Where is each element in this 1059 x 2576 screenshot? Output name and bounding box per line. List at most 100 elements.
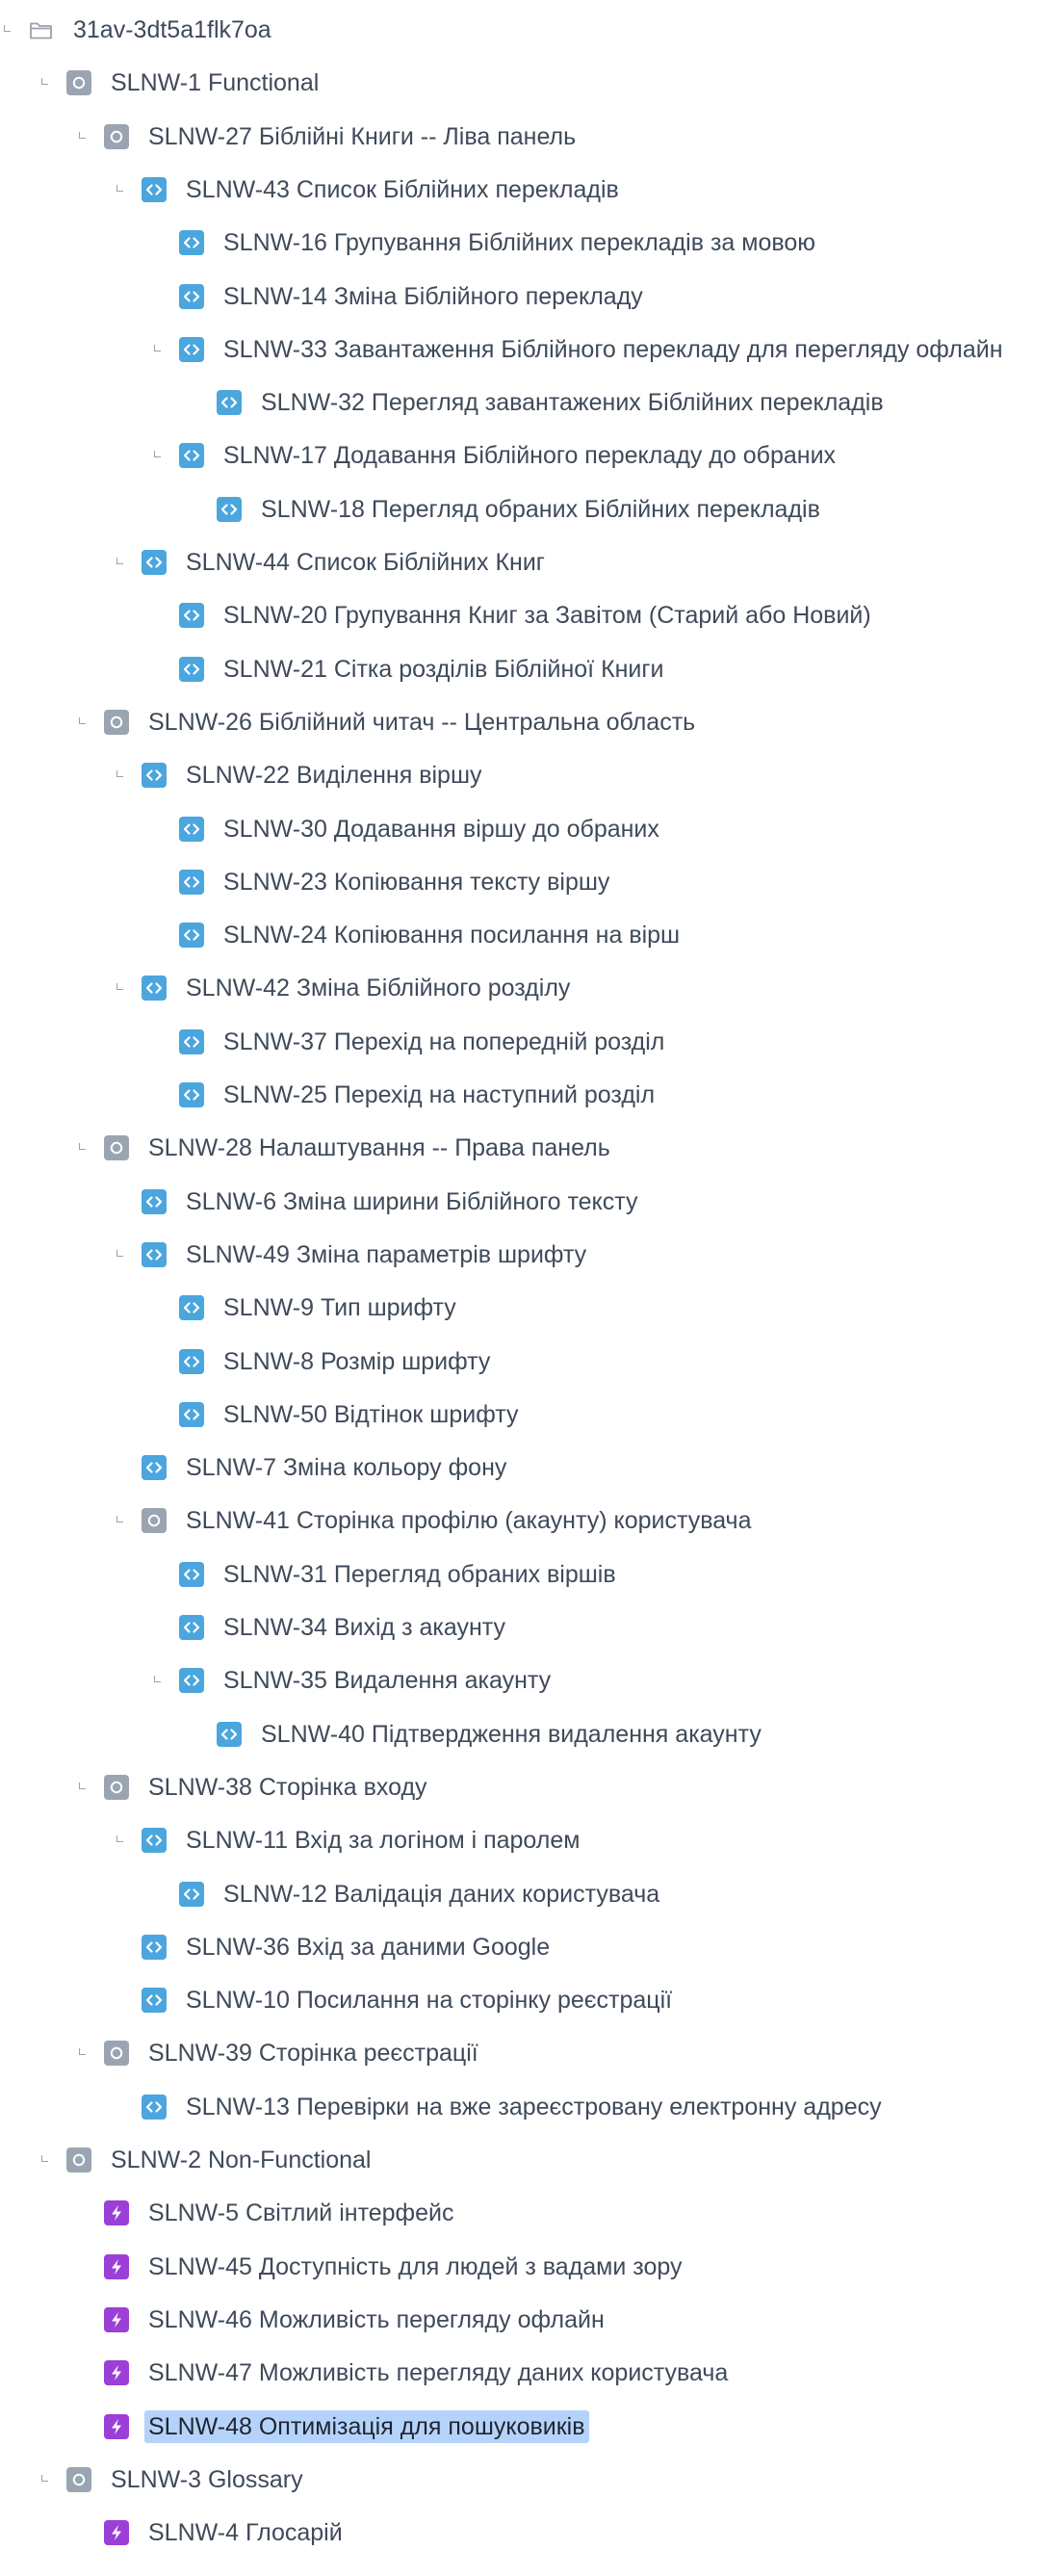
tree-row[interactable]: SLNW-8 Розмір шрифту <box>0 1343 1059 1382</box>
tree-item-label[interactable]: SLNW-16 Групування Біблійних перекладів … <box>220 226 819 259</box>
tree-item-label[interactable]: SLNW-10 Посилання на сторінку реєстрації <box>182 1984 676 2017</box>
tree-item-label[interactable]: SLNW-28 Налаштування -- Права панель <box>144 1132 614 1164</box>
tree-row[interactable]: SLNW-18 Перегляд обраних Біблійних перек… <box>0 491 1059 530</box>
tree-item-label[interactable]: SLNW-1 Functional <box>107 66 323 99</box>
collapse-toggle-icon[interactable] <box>116 770 123 777</box>
collapse-toggle-icon[interactable] <box>116 983 123 990</box>
tree-item-label[interactable]: SLNW-7 Зміна кольору фону <box>182 1451 510 1484</box>
tree-row[interactable]: SLNW-2 Non-Functional <box>0 2142 1059 2180</box>
tree-item-label[interactable]: SLNW-45 Доступність для людей з вадами з… <box>144 2251 685 2283</box>
tree-item-label[interactable]: SLNW-46 Можливість перегляду офлайн <box>144 2303 608 2336</box>
tree-item-label[interactable]: SLNW-14 Зміна Біблійного перекладу <box>220 280 647 313</box>
collapse-toggle-icon[interactable] <box>41 2475 48 2482</box>
tree-item-label[interactable]: SLNW-26 Біблійний читач -- Центральна об… <box>144 706 699 739</box>
tree-row[interactable]: SLNW-40 Підтвердження видалення акаунту <box>0 1716 1059 1755</box>
tree-item-label[interactable]: SLNW-13 Перевірки на вже зареєстровану е… <box>182 2091 886 2123</box>
collapse-toggle-icon[interactable] <box>4 25 11 32</box>
tree-row[interactable]: SLNW-12 Валідація даних користувача <box>0 1876 1059 1914</box>
tree-row[interactable]: SLNW-10 Посилання на сторінку реєстрації <box>0 1982 1059 2020</box>
tree-row[interactable]: SLNW-45 Доступність для людей з вадами з… <box>0 2249 1059 2287</box>
tree-item-label[interactable]: SLNW-25 Перехід на наступний розділ <box>220 1079 659 1111</box>
tree-item-label[interactable]: SLNW-32 Перегляд завантажених Біблійних … <box>257 386 888 419</box>
tree-item-label[interactable]: SLNW-35 Видалення акаунту <box>220 1664 555 1697</box>
tree-row[interactable]: SLNW-16 Групування Біблійних перекладів … <box>0 224 1059 263</box>
collapse-toggle-icon[interactable] <box>41 2155 48 2162</box>
tree-row[interactable]: SLNW-27 Біблійні Книги -- Ліва панель <box>0 118 1059 157</box>
tree-row[interactable]: SLNW-30 Додавання віршу до обраних <box>0 811 1059 849</box>
tree-row[interactable]: SLNW-21 Сітка розділів Біблійної Книги <box>0 651 1059 690</box>
tree-item-label[interactable]: SLNW-42 Зміна Біблійного розділу <box>182 972 574 1004</box>
tree-item-label[interactable]: SLNW-11 Вхід за логіном і паролем <box>182 1824 583 1857</box>
tree-row[interactable]: SLNW-41 Сторінка профілю (акаунту) корис… <box>0 1502 1059 1541</box>
tree-item-label[interactable]: SLNW-22 Виділення віршу <box>182 759 486 792</box>
tree-item-label[interactable]: SLNW-27 Біблійні Книги -- Ліва панель <box>144 120 580 153</box>
collapse-toggle-icon[interactable] <box>116 1250 123 1257</box>
tree-row[interactable]: SLNW-22 Виділення віршу <box>0 757 1059 795</box>
tree-row[interactable]: SLNW-43 Список Біблійних перекладів <box>0 171 1059 210</box>
tree-item-label[interactable]: SLNW-50 Відтінок шрифту <box>220 1398 522 1431</box>
tree-row[interactable]: SLNW-25 Перехід на наступний розділ <box>0 1077 1059 1115</box>
tree-item-label[interactable]: SLNW-5 Світлий інтерфейс <box>144 2197 457 2229</box>
tree-row[interactable]: SLNW-34 Вихід з акаунту <box>0 1609 1059 1648</box>
tree-row[interactable]: SLNW-49 Зміна параметрів шрифту <box>0 1236 1059 1275</box>
tree-row[interactable]: SLNW-38 Сторінка входу <box>0 1769 1059 1808</box>
tree-item-label[interactable]: SLNW-31 Перегляд обраних віршів <box>220 1558 620 1591</box>
tree-item-label[interactable]: SLNW-9 Тип шрифту <box>220 1291 460 1324</box>
tree-row[interactable]: SLNW-35 Видалення акаунту <box>0 1662 1059 1701</box>
tree-item-label[interactable]: SLNW-36 Вхід за даними Google <box>182 1931 554 1964</box>
tree-row[interactable]: SLNW-5 Світлий інтерфейс <box>0 2195 1059 2233</box>
tree-row[interactable]: SLNW-13 Перевірки на вже зареєстровану е… <box>0 2089 1059 2127</box>
tree-item-label[interactable]: SLNW-23 Копіювання тексту віршу <box>220 866 613 898</box>
tree-item-label[interactable]: SLNW-43 Список Біблійних перекладів <box>182 173 623 206</box>
tree-row[interactable]: SLNW-6 Зміна ширини Біблійного тексту <box>0 1184 1059 1222</box>
collapse-toggle-icon[interactable] <box>79 2048 86 2055</box>
collapse-toggle-icon[interactable] <box>79 1143 86 1150</box>
tree-item-label[interactable]: SLNW-34 Вихід з акаунту <box>220 1611 509 1644</box>
tree-item-label[interactable]: 31av-3dt5a1flk7oa <box>69 13 275 46</box>
tree-item-label[interactable]: SLNW-48 Оптимізація для пошуковиків <box>144 2410 589 2443</box>
tree-row[interactable]: SLNW-47 Можливість перегляду даних корис… <box>0 2355 1059 2393</box>
tree-item-label[interactable]: SLNW-18 Перегляд обраних Біблійних перек… <box>257 493 824 526</box>
tree-item-label[interactable]: SLNW-40 Підтвердження видалення акаунту <box>257 1718 765 1751</box>
collapse-toggle-icon[interactable] <box>116 1516 123 1522</box>
tree-row[interactable]: SLNW-46 Можливість перегляду офлайн <box>0 2302 1059 2340</box>
collapse-toggle-icon[interactable] <box>154 345 161 351</box>
tree-row[interactable]: SLNW-9 Тип шрифту <box>0 1289 1059 1328</box>
tree-row[interactable]: SLNW-48 Оптимізація для пошуковиків <box>0 2408 1059 2447</box>
collapse-toggle-icon[interactable] <box>154 1676 161 1682</box>
tree-item-label[interactable]: SLNW-3 Glossary <box>107 2463 307 2496</box>
tree-item-label[interactable]: SLNW-4 Глосарій <box>144 2516 347 2549</box>
tree-row[interactable]: SLNW-20 Групування Книг за Завітом (Стар… <box>0 597 1059 636</box>
tree-item-label[interactable]: SLNW-39 Сторінка реєстрації <box>144 2037 482 2069</box>
collapse-toggle-icon[interactable] <box>79 1782 86 1789</box>
collapse-toggle-icon[interactable] <box>154 451 161 457</box>
tree-row[interactable]: SLNW-36 Вхід за даними Google <box>0 1929 1059 1967</box>
tree-row[interactable]: SLNW-4 Глосарій <box>0 2514 1059 2553</box>
collapse-toggle-icon[interactable] <box>116 185 123 192</box>
tree-item-label[interactable]: SLNW-37 Перехід на попередній розділ <box>220 1026 668 1058</box>
tree-row[interactable]: 31av-3dt5a1flk7oa <box>0 12 1059 50</box>
tree-item-label[interactable]: SLNW-49 Зміна параметрів шрифту <box>182 1238 590 1271</box>
tree-row[interactable]: SLNW-39 Сторінка реєстрації <box>0 2035 1059 2073</box>
tree-row[interactable]: SLNW-11 Вхід за логіном і паролем <box>0 1822 1059 1860</box>
tree-item-label[interactable]: SLNW-38 Сторінка входу <box>144 1771 431 1804</box>
tree-row[interactable]: SLNW-24 Копіювання посилання на вірш <box>0 917 1059 955</box>
tree-row[interactable]: SLNW-32 Перегляд завантажених Біблійних … <box>0 384 1059 423</box>
tree-item-label[interactable]: SLNW-41 Сторінка профілю (акаунту) корис… <box>182 1504 756 1537</box>
tree-item-label[interactable]: SLNW-44 Список Біблійних Книг <box>182 546 549 579</box>
tree-row[interactable]: SLNW-17 Додавання Біблійного перекладу д… <box>0 437 1059 476</box>
tree-item-label[interactable]: SLNW-6 Зміна ширини Біблійного тексту <box>182 1185 641 1218</box>
tree-item-label[interactable]: SLNW-17 Додавання Біблійного перекладу д… <box>220 439 839 472</box>
tree-item-label[interactable]: SLNW-30 Додавання віршу до обраних <box>220 813 663 846</box>
tree-item-label[interactable]: SLNW-20 Групування Книг за Завітом (Стар… <box>220 599 875 632</box>
collapse-toggle-icon[interactable] <box>116 1835 123 1842</box>
tree-row[interactable]: SLNW-1 Functional <box>0 65 1059 103</box>
tree-row[interactable]: SLNW-50 Відтінок шрифту <box>0 1396 1059 1435</box>
collapse-toggle-icon[interactable] <box>41 78 48 85</box>
tree-row[interactable]: SLNW-3 Glossary <box>0 2461 1059 2500</box>
collapse-toggle-icon[interactable] <box>116 558 123 564</box>
tree-row[interactable]: SLNW-44 Список Біблійних Книг <box>0 544 1059 583</box>
tree-row[interactable]: SLNW-28 Налаштування -- Права панель <box>0 1130 1059 1168</box>
tree-item-label[interactable]: SLNW-12 Валідація даних користувача <box>220 1878 663 1911</box>
tree-item-label[interactable]: SLNW-8 Розмір шрифту <box>220 1345 494 1378</box>
